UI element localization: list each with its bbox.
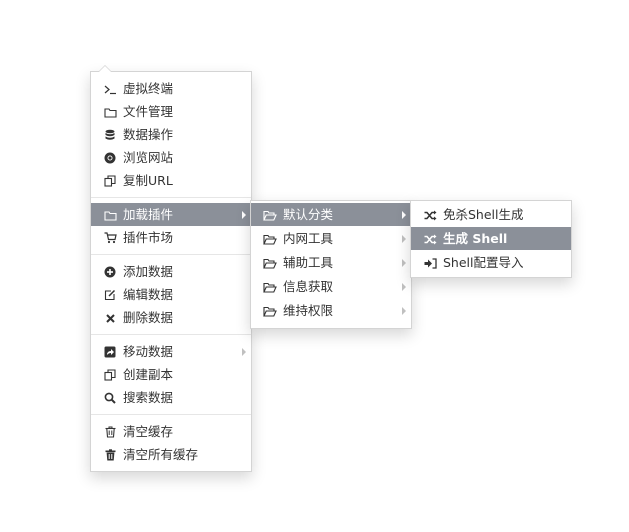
menu-item-shell-config-import[interactable]: Shell配置导入 bbox=[411, 251, 571, 274]
submenu-arrow-icon bbox=[402, 259, 406, 267]
shuffle-icon bbox=[423, 203, 437, 226]
times-icon bbox=[103, 306, 117, 329]
menu-separator bbox=[91, 254, 251, 255]
submenu-arrow-icon bbox=[242, 211, 246, 219]
menu-item-move-data[interactable]: 移动数据 bbox=[91, 340, 251, 363]
menu-item-data-operation[interactable]: 数据操作 bbox=[91, 123, 251, 146]
folder-icon bbox=[103, 203, 117, 226]
menu-item-label: 内网工具 bbox=[283, 231, 334, 246]
menu-separator bbox=[91, 197, 251, 198]
plus-circle-icon bbox=[103, 260, 117, 283]
menu-item-delete-data[interactable]: 删除数据 bbox=[91, 306, 251, 329]
context-menu-main: 虚拟终端 文件管理 数据操作 浏览网站 复制URL 加载插件 插件市场 添加数据… bbox=[90, 65, 252, 472]
menu-item-clear-cache[interactable]: 清空缓存 bbox=[91, 420, 251, 443]
context-menu-plugins: 默认分类 内网工具 辅助工具 信息获取 维持权限 bbox=[250, 200, 412, 329]
context-menu-default-category: 免杀Shell生成 生成 Shell Shell配置导入 bbox=[410, 200, 572, 278]
submenu-arrow-icon bbox=[402, 235, 406, 243]
sign-in-icon bbox=[423, 251, 437, 274]
trash-outline-icon bbox=[103, 420, 117, 443]
menu-item-default-category[interactable]: 默认分类 bbox=[251, 203, 411, 226]
trash-icon bbox=[103, 443, 117, 466]
submenu-arrow-icon bbox=[242, 348, 246, 356]
menu-item-label: 删除数据 bbox=[123, 310, 174, 325]
menu-item-generate-shell[interactable]: 生成 Shell bbox=[411, 227, 571, 250]
share-square-icon bbox=[103, 340, 117, 363]
menu-item-label: 默认分类 bbox=[283, 207, 334, 222]
menu-item-label: 复制URL bbox=[123, 173, 173, 188]
terminal-icon bbox=[103, 77, 117, 100]
menu-item-label: 添加数据 bbox=[123, 264, 174, 279]
menu-item-copy-url[interactable]: 复制URL bbox=[91, 169, 251, 192]
folder-open-icon bbox=[263, 251, 277, 274]
edit-icon bbox=[103, 283, 117, 306]
folder-open-icon bbox=[263, 299, 277, 322]
menu-separator bbox=[91, 334, 251, 335]
folder-icon bbox=[103, 100, 117, 123]
menu-item-label: 创建副本 bbox=[123, 367, 174, 382]
menu-item-auxiliary-tools[interactable]: 辅助工具 bbox=[251, 251, 411, 274]
menu-item-browse-website[interactable]: 浏览网站 bbox=[91, 146, 251, 169]
menu-item-label: 搜索数据 bbox=[123, 390, 174, 405]
shuffle-icon bbox=[423, 227, 437, 250]
folder-open-icon bbox=[263, 275, 277, 298]
search-icon bbox=[103, 386, 117, 409]
menu-item-label: 维持权限 bbox=[283, 303, 334, 318]
menu-item-label: 生成 Shell bbox=[443, 231, 508, 246]
menu-item-edit-data[interactable]: 编辑数据 bbox=[91, 283, 251, 306]
menu-item-persistence[interactable]: 维持权限 bbox=[251, 299, 411, 322]
menu-item-label: 浏览网站 bbox=[123, 150, 174, 165]
menu-item-search-data[interactable]: 搜索数据 bbox=[91, 386, 251, 409]
menu-item-label: 虚拟终端 bbox=[123, 81, 174, 96]
menu-item-info-gathering[interactable]: 信息获取 bbox=[251, 275, 411, 298]
menu-item-label: 清空所有缓存 bbox=[123, 447, 199, 462]
menu-item-plugin-market[interactable]: 插件市场 bbox=[91, 226, 251, 249]
page: 虚拟终端 文件管理 数据操作 浏览网站 复制URL 加载插件 插件市场 添加数据… bbox=[0, 0, 629, 532]
menu-item-create-copy[interactable]: 创建副本 bbox=[91, 363, 251, 386]
folder-open-icon bbox=[263, 203, 277, 226]
menu-item-label: 信息获取 bbox=[283, 279, 334, 294]
menu-item-label: 插件市场 bbox=[123, 230, 174, 245]
submenu-arrow-icon bbox=[402, 307, 406, 315]
menu-separator bbox=[91, 414, 251, 415]
menu-item-label: 加载插件 bbox=[123, 207, 174, 222]
menu-item-label: 免杀Shell生成 bbox=[443, 207, 524, 222]
menu-item-label: 辅助工具 bbox=[283, 255, 334, 270]
menu-item-intranet-tools[interactable]: 内网工具 bbox=[251, 227, 411, 250]
menu-item-label: Shell配置导入 bbox=[443, 255, 524, 270]
menu-item-label: 数据操作 bbox=[123, 127, 174, 142]
menu-item-clear-all-cache[interactable]: 清空所有缓存 bbox=[91, 443, 251, 466]
copy-icon bbox=[103, 363, 117, 386]
menu-item-label: 移动数据 bbox=[123, 344, 174, 359]
menu-item-add-data[interactable]: 添加数据 bbox=[91, 260, 251, 283]
database-icon bbox=[103, 123, 117, 146]
menu-item-label: 文件管理 bbox=[123, 104, 174, 119]
menu-item-virtual-terminal[interactable]: 虚拟终端 bbox=[91, 77, 251, 100]
menu-item-load-plugins[interactable]: 加载插件 bbox=[91, 203, 251, 226]
cart-icon bbox=[103, 226, 117, 249]
menu-item-label: 清空缓存 bbox=[123, 424, 174, 439]
menu-item-file-manager[interactable]: 文件管理 bbox=[91, 100, 251, 123]
menu-caret bbox=[98, 65, 112, 72]
copy-icon bbox=[103, 169, 117, 192]
chrome-icon bbox=[103, 146, 117, 169]
folder-open-icon bbox=[263, 227, 277, 250]
submenu-arrow-icon bbox=[402, 211, 406, 219]
menu-item-label: 编辑数据 bbox=[123, 287, 174, 302]
submenu-arrow-icon bbox=[402, 283, 406, 291]
menu-item-av-free-shell[interactable]: 免杀Shell生成 bbox=[411, 203, 571, 226]
